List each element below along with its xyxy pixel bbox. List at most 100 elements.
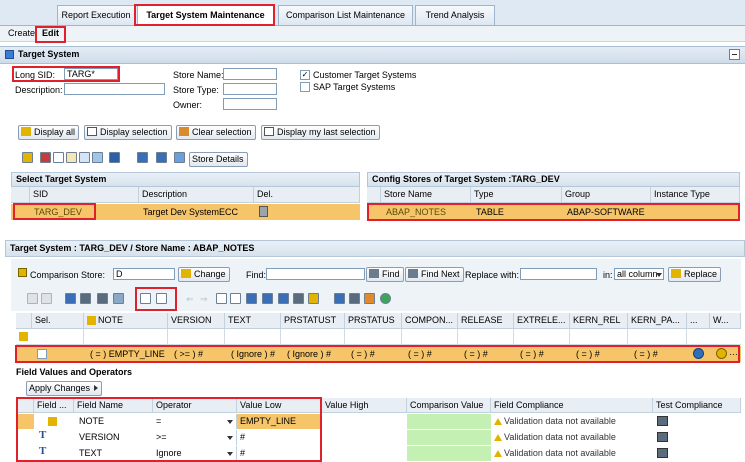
globe-icon[interactable]: [693, 348, 704, 359]
table-edit-icon[interactable]: [262, 293, 273, 304]
filter-cell[interactable]: [84, 329, 168, 345]
comparison-store-input[interactable]: D: [113, 268, 175, 280]
column-sel: Sel.: [32, 313, 84, 329]
value-low-input[interactable]: #: [237, 446, 322, 461]
tab-comparison-list-maintenance[interactable]: Comparison List Maintenance: [278, 5, 413, 25]
owner-input[interactable]: [223, 98, 277, 110]
row-selector[interactable]: [16, 414, 34, 429]
sid-cell[interactable]: TARG_DEV: [31, 205, 82, 219]
find-input[interactable]: [266, 268, 365, 280]
doc-icon[interactable]: [230, 293, 241, 304]
grid-cell-release[interactable]: ( = ) #: [461, 347, 488, 361]
test-compliance-icon[interactable]: [657, 416, 668, 426]
columns-icon[interactable]: [334, 293, 345, 304]
grid-cell-kern-rel[interactable]: ( = ) #: [573, 347, 600, 361]
search-icon[interactable]: [80, 293, 91, 304]
pencil-icon[interactable]: [308, 293, 319, 304]
filter-cell[interactable]: [570, 329, 628, 345]
delete-icon[interactable]: [40, 152, 51, 163]
save-icon[interactable]: [79, 152, 90, 163]
clear-selection-button[interactable]: Clear selection: [176, 125, 256, 140]
more-icon[interactable]: …: [729, 347, 738, 357]
row-select-checkbox[interactable]: [37, 349, 47, 359]
comparison-value-cell[interactable]: [407, 446, 491, 461]
tab-trend-analysis[interactable]: Trend Analysis: [415, 5, 495, 25]
value-low-input[interactable]: EMPTY_LINE: [237, 414, 322, 429]
store-name-input[interactable]: [223, 68, 277, 80]
new-doc-icon[interactable]: [216, 293, 227, 304]
layout-icon[interactable]: [278, 293, 289, 304]
comparison-value-cell[interactable]: [407, 430, 491, 445]
print-icon[interactable]: [293, 293, 304, 304]
tab-target-system-maintenance[interactable]: Target System Maintenance: [137, 5, 274, 26]
filter-cell[interactable]: [514, 329, 570, 345]
chart-icon[interactable]: [364, 293, 375, 304]
value-low-input[interactable]: #: [237, 430, 322, 445]
grid-cell-note[interactable]: ( = ) EMPTY_LINE: [87, 347, 165, 361]
field-type-cell: T: [34, 445, 74, 461]
trash-icon[interactable]: [259, 206, 268, 217]
grid-icon[interactable]: [137, 152, 148, 163]
grid-cell-prstatust[interactable]: ( Ignore ) #: [284, 347, 331, 361]
filter-cell[interactable]: [32, 329, 84, 345]
filter-cell[interactable]: [402, 329, 458, 345]
grid-cell-extrele[interactable]: ( = ) #: [517, 347, 544, 361]
globe-icon[interactable]: [380, 293, 391, 304]
store-details-button[interactable]: Store Details: [189, 152, 248, 167]
customer-target-systems-checkbox[interactable]: ✓: [300, 70, 310, 80]
grid-cell-kern-pa[interactable]: ( = ) #: [631, 347, 658, 361]
search-next-icon[interactable]: [97, 293, 108, 304]
filter-icon[interactable]: [19, 332, 28, 341]
apply-changes-button[interactable]: Apply Changes: [26, 381, 103, 396]
grid-cell-version[interactable]: ( >= ) #: [171, 347, 203, 361]
grid-cell-text[interactable]: ( Ignore ) #: [228, 347, 275, 361]
description-input[interactable]: [64, 83, 165, 95]
filter-cell[interactable]: [345, 329, 402, 345]
export-icon[interactable]: [109, 152, 120, 163]
grid-settings-icon[interactable]: [156, 152, 167, 163]
grid-cell-compon[interactable]: ( = ) #: [405, 347, 432, 361]
copy-icon[interactable]: [53, 152, 64, 163]
collapse-icon[interactable]: [729, 49, 740, 60]
replace-with-input[interactable]: [520, 268, 597, 280]
menu-edit[interactable]: Edit: [42, 28, 59, 38]
sap-target-systems-checkbox[interactable]: [300, 82, 310, 92]
store-name-cell[interactable]: ABAP_NOTES: [383, 205, 446, 219]
find-button[interactable]: Find: [366, 267, 404, 282]
menu-create[interactable]: Create: [8, 28, 35, 38]
table-icon[interactable]: [246, 293, 257, 304]
tab-report-execution[interactable]: Report Execution: [57, 5, 135, 25]
display-selection-button[interactable]: Display selection: [84, 125, 172, 140]
description-label: Description:: [15, 85, 63, 95]
details-icon[interactable]: [65, 293, 76, 304]
filter-cell[interactable]: [628, 329, 687, 345]
store-icon[interactable]: [174, 152, 185, 163]
grid-cell-prstatus[interactable]: ( = ) #: [348, 347, 375, 361]
change-button[interactable]: Change: [178, 267, 230, 282]
operator-select[interactable]: >=: [153, 430, 237, 445]
filter-cell[interactable]: [225, 329, 281, 345]
test-compliance-icon[interactable]: [657, 432, 668, 442]
refresh-icon[interactable]: [92, 152, 103, 163]
long-sid-input[interactable]: TARG*: [64, 68, 118, 80]
replace-button[interactable]: Replace: [668, 267, 722, 282]
display-last-selection-button[interactable]: Display my last selection: [261, 125, 380, 140]
operator-select[interactable]: =: [153, 414, 237, 429]
refresh-icon[interactable]: [113, 293, 124, 304]
upload-icon[interactable]: [22, 152, 33, 163]
test-compliance-icon[interactable]: [657, 448, 668, 458]
search-icon[interactable]: [349, 293, 360, 304]
filter-cell[interactable]: [458, 329, 514, 345]
edit-icon[interactable]: [66, 152, 77, 163]
display-all-button[interactable]: Display all: [18, 125, 80, 140]
paste-row-icon[interactable]: [156, 293, 167, 304]
copy-row-icon[interactable]: [140, 293, 151, 304]
compliance-icon[interactable]: [716, 348, 727, 359]
tab-strip: Report Execution Target System Maintenan…: [0, 0, 745, 26]
filter-cell[interactable]: [281, 329, 345, 345]
find-next-button[interactable]: Find Next: [405, 267, 464, 282]
store-type-input[interactable]: [223, 83, 277, 95]
filter-cell[interactable]: [168, 329, 225, 345]
comparison-value-cell[interactable]: [407, 414, 491, 429]
operator-select[interactable]: Ignore: [153, 446, 237, 461]
